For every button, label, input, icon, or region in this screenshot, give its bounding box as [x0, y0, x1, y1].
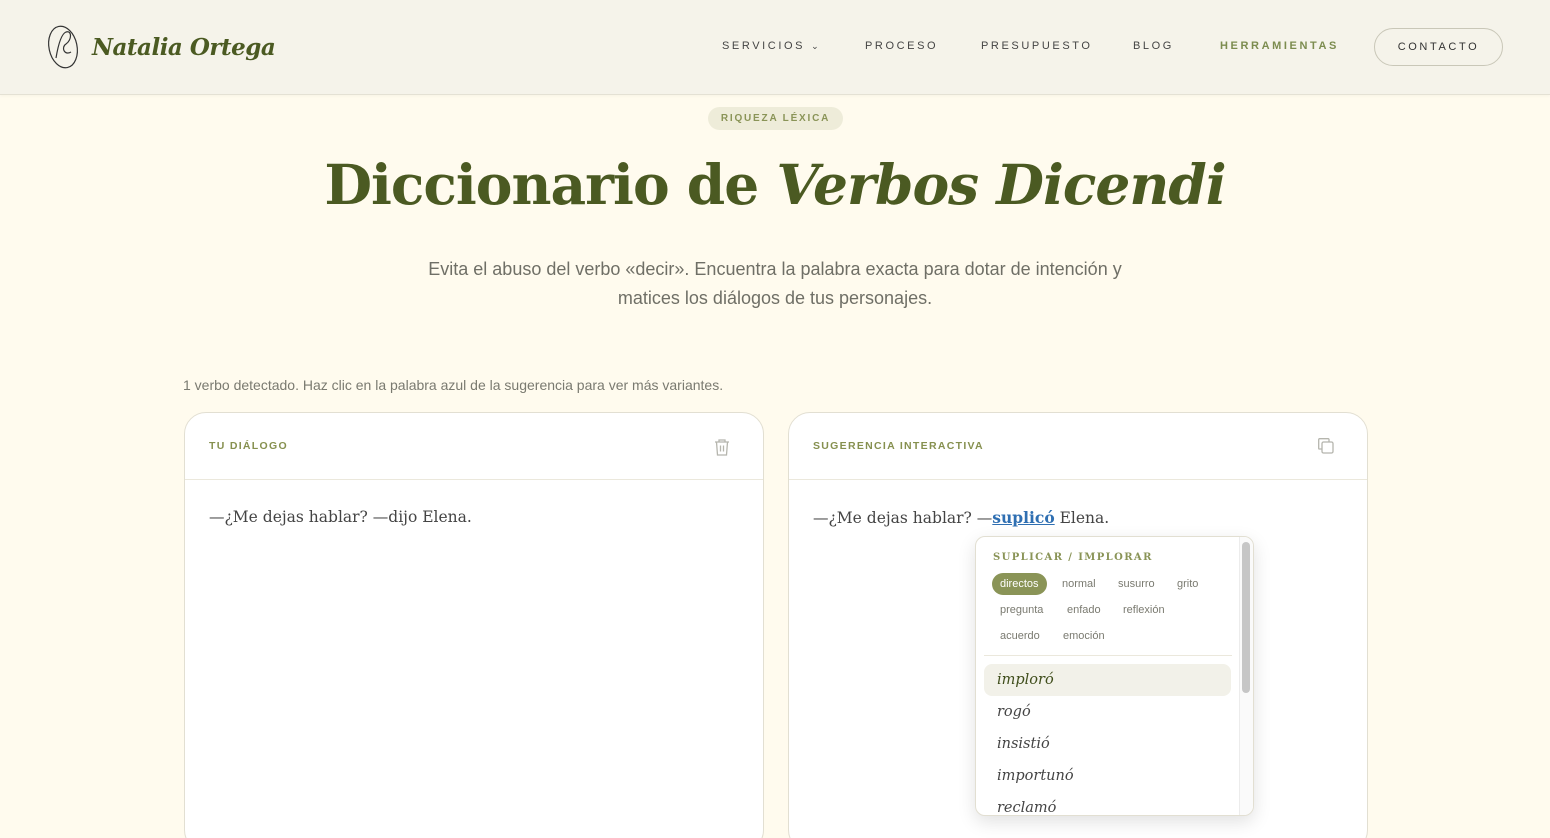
- filter-chip-grito[interactable]: grito: [1169, 573, 1206, 595]
- suggestion-panel-header: SUGERENCIA INTERACTIVA: [789, 413, 1367, 480]
- filter-chip-directos[interactable]: directos: [992, 573, 1047, 595]
- nav-proceso[interactable]: PROCESO: [865, 40, 938, 52]
- dropdown-title: SUPLICAR / IMPLORAR: [993, 552, 1153, 563]
- nav-herramientas[interactable]: HERRAMIENTAS: [1220, 40, 1339, 52]
- filter-chip-susurro[interactable]: susurro: [1110, 573, 1163, 595]
- variant-option[interactable]: insistió: [984, 728, 1231, 760]
- site-header: Natalia Ortega SERVICIOS ⌄ PROCESO PRESUP…: [0, 0, 1550, 95]
- dialogue-panel: TU DIÁLOGO —¿Me dejas hablar? —dijo Elen…: [184, 412, 764, 838]
- nav-presupuesto[interactable]: PRESUPUESTO: [981, 40, 1093, 52]
- suggested-verb-link[interactable]: suplicó: [992, 508, 1054, 527]
- dropdown-scrollbar-thumb[interactable]: [1242, 542, 1250, 693]
- filter-chip-emocion[interactable]: emoción: [1055, 625, 1113, 647]
- nav-blog[interactable]: BLOG: [1133, 40, 1174, 52]
- filter-chip-reflexion[interactable]: reflexión: [1115, 599, 1173, 621]
- suggestion-text-after: Elena.: [1054, 509, 1110, 527]
- filter-chip-enfado[interactable]: enfado: [1059, 599, 1109, 621]
- variant-list: imploró rogó insistió importunó reclamó: [984, 664, 1231, 815]
- section-badge: RIQUEZA LÉXICA: [708, 107, 843, 130]
- filter-chip-pregunta[interactable]: pregunta: [992, 599, 1051, 621]
- copy-icon[interactable]: [1317, 437, 1335, 460]
- dialogue-panel-label: TU DIÁLOGO: [209, 440, 288, 452]
- suggestion-text-before: —¿Me dejas hablar? —: [813, 509, 993, 527]
- suggestion-panel-label: SUGERENCIA INTERACTIVA: [813, 440, 984, 452]
- page-subtitle: Evita el abuso del verbo «decir». Encuen…: [428, 259, 1122, 308]
- chevron-down-icon: ⌄: [811, 41, 819, 51]
- dialogue-input[interactable]: —¿Me dejas hablar? —dijo Elena.: [185, 480, 763, 554]
- trash-icon[interactable]: [713, 437, 731, 462]
- nav-servicios-label: SERVICIOS: [722, 40, 806, 52]
- main-nav: SERVICIOS ⌄ PROCESO PRESUPUESTO BLOG HERR…: [0, 0, 1550, 95]
- dropdown-divider: [984, 655, 1232, 656]
- filter-chip-acuerdo[interactable]: acuerdo: [992, 625, 1048, 647]
- filter-chip-normal[interactable]: normal: [1054, 573, 1104, 595]
- variant-option[interactable]: importunó: [984, 760, 1231, 792]
- contact-button[interactable]: CONTACTO: [1374, 28, 1503, 66]
- page-title: Diccionario de Verbos Dicendi: [0, 152, 1550, 217]
- dialogue-panel-header: TU DIÁLOGO: [185, 413, 763, 480]
- title-italic: Verbos Dicendi: [776, 152, 1226, 217]
- variant-option[interactable]: reclamó: [984, 792, 1231, 815]
- variant-option[interactable]: imploró: [984, 664, 1231, 696]
- variants-dropdown: SUPLICAR / IMPLORAR directos normal susu…: [975, 536, 1254, 816]
- title-plain: Diccionario de: [324, 152, 759, 217]
- variant-option[interactable]: rogó: [984, 696, 1231, 728]
- detection-hint: 1 verbo detectado. Haz clic en la palabr…: [183, 377, 724, 393]
- nav-servicios[interactable]: SERVICIOS ⌄: [722, 40, 819, 52]
